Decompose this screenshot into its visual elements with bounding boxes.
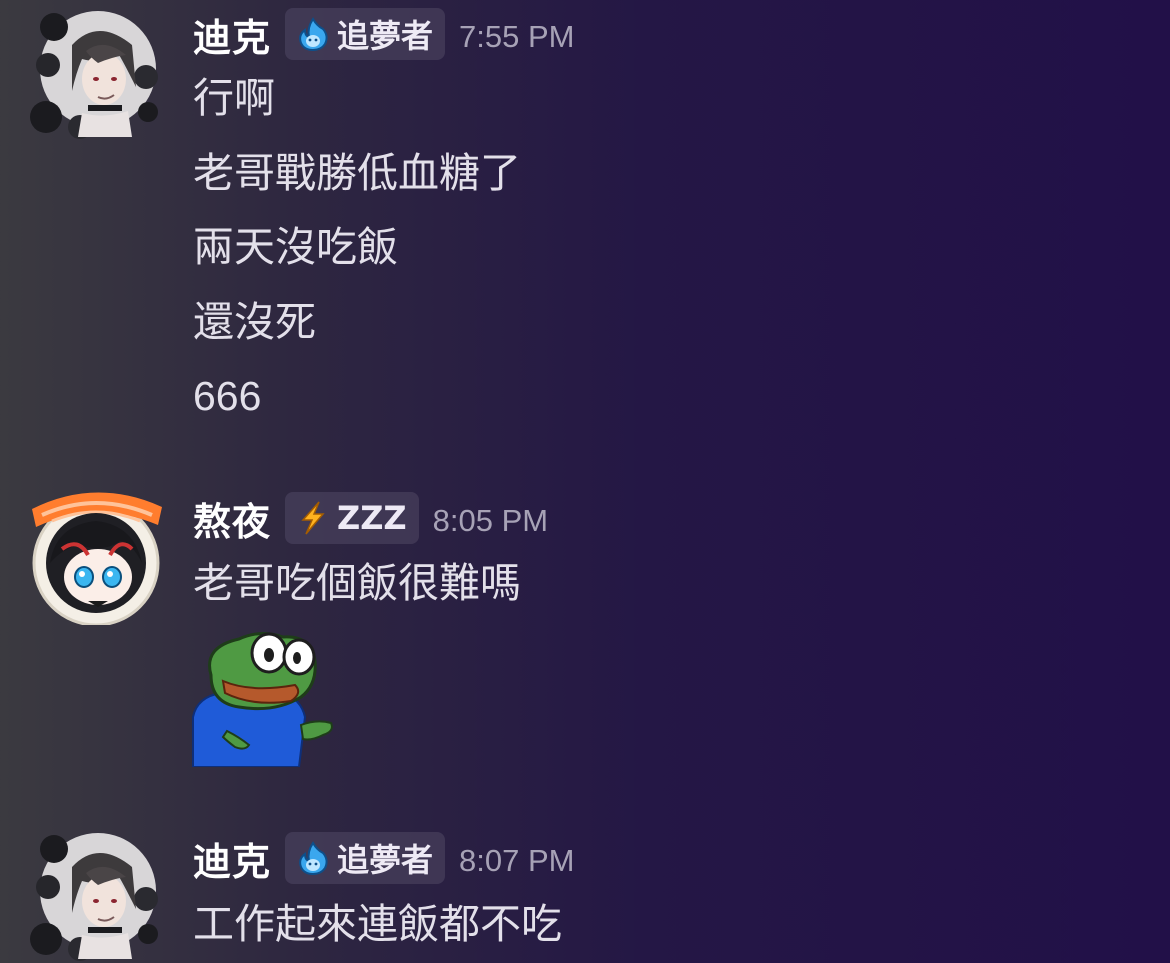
avatar-salmon-sushi-icon [32, 492, 162, 627]
message-text: 666 [193, 373, 262, 419]
pepe-shrug-sticker[interactable] [191, 627, 339, 768]
avatar-dark-roses-icon [30, 11, 158, 139]
lightning-icon [301, 501, 325, 535]
pepe-frog-sticker-icon [192, 632, 333, 768]
username[interactable]: 熬夜 [193, 491, 271, 546]
role-tag-label: 追夢者 [337, 841, 434, 879]
blue-flame-icon [299, 841, 328, 876]
username[interactable]: 迪克 [193, 831, 271, 886]
message-text: 老哥戰勝低血糖了 [193, 149, 521, 197]
message-header: 熬夜 ZZZ 8:05 PM [193, 490, 548, 546]
message-text: 行啊 [193, 74, 275, 122]
message-header: 迪克 追夢者 7:55 PM [193, 6, 574, 62]
avatar-dark-roses-icon [30, 833, 158, 961]
timestamp: 8:05 PM [432, 503, 549, 538]
message-text: 工作起來連飯都不吃 [193, 900, 562, 948]
role-tag[interactable]: 追夢者 [285, 8, 446, 60]
timestamp: 7:55 PM [459, 19, 575, 54]
role-tag-label: 追夢者 [337, 17, 434, 55]
role-tag[interactable]: 追夢者 [285, 832, 446, 884]
username[interactable]: 迪克 [193, 7, 271, 62]
blue-flame-icon [299, 17, 328, 52]
role-tag[interactable]: ZZZ [285, 492, 419, 544]
timestamp: 8:07 PM [459, 843, 575, 878]
message-text: 兩天沒吃飯 [193, 223, 398, 271]
message-text: 老哥吃個飯很難嗎 [193, 559, 521, 607]
user-avatar-aoye[interactable] [28, 485, 162, 627]
user-avatar-dick[interactable] [28, 7, 162, 141]
role-tag-label: ZZZ [337, 499, 407, 537]
message-header: 迪克 追夢者 8:07 PM [193, 830, 574, 886]
user-avatar-dick[interactable] [28, 829, 162, 963]
message-text: 還沒死 [193, 298, 316, 346]
